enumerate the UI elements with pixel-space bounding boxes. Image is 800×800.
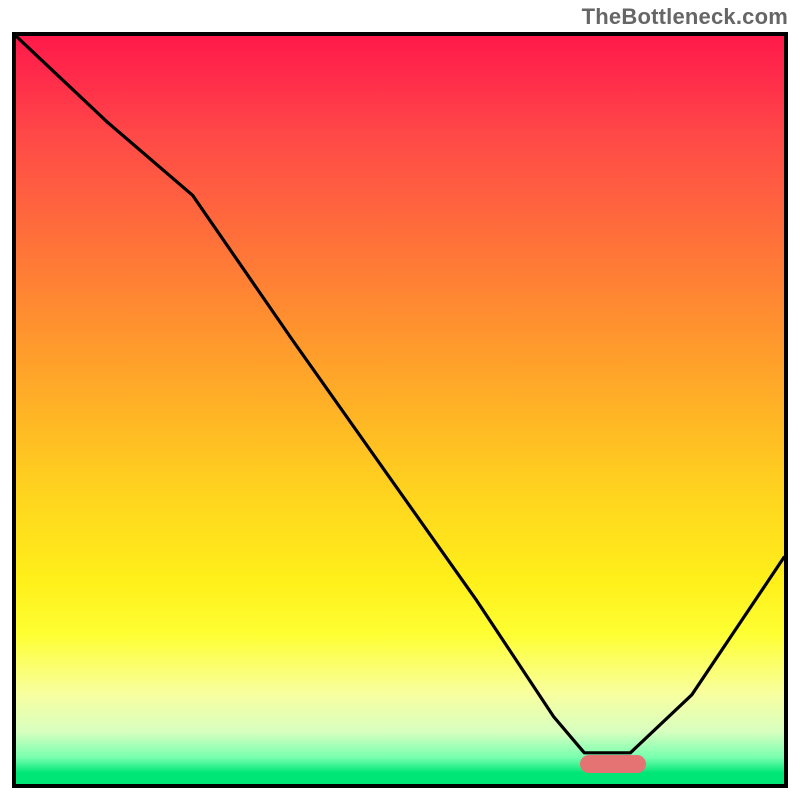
plot-frame <box>12 32 788 788</box>
chart-canvas: TheBottleneck.com <box>0 0 800 800</box>
bottleneck-curve <box>16 36 784 784</box>
optimum-marker <box>580 755 645 773</box>
watermark-text: TheBottleneck.com <box>582 4 788 30</box>
